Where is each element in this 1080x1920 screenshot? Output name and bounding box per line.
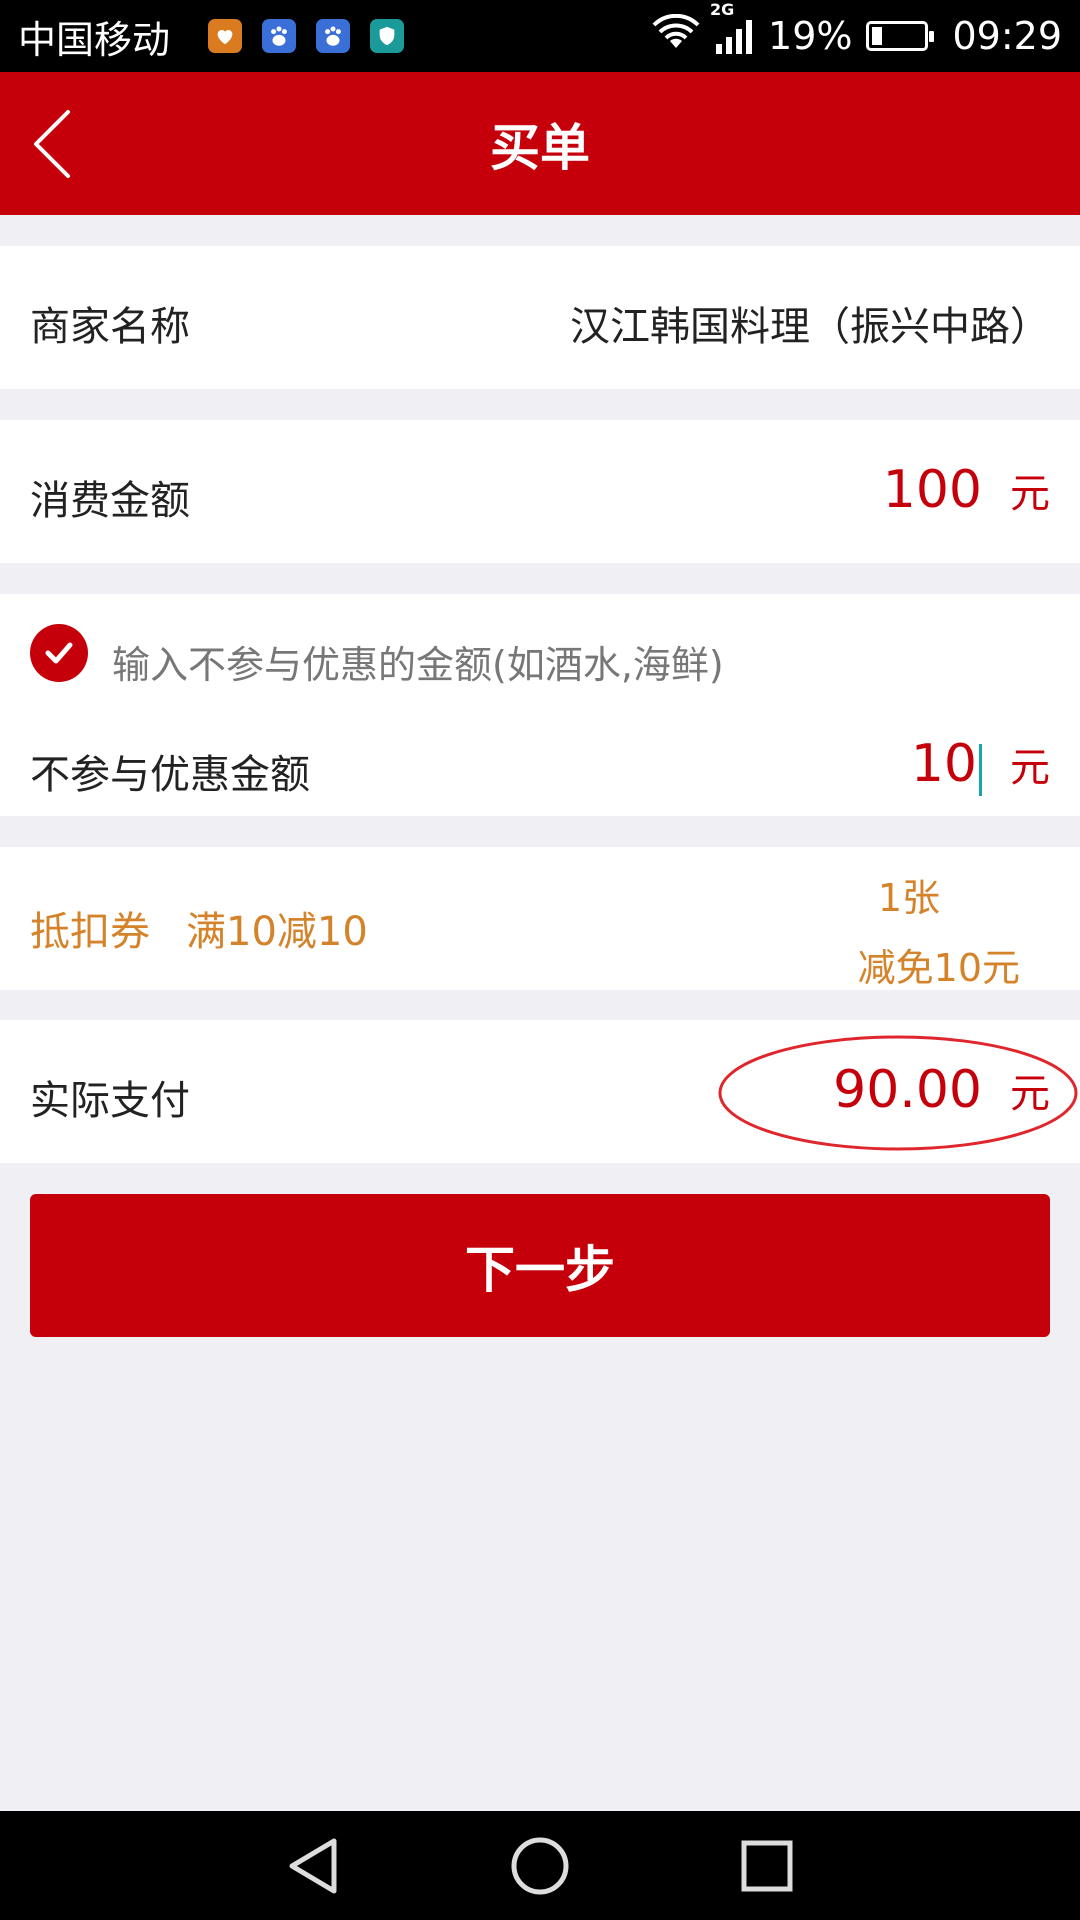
- nav-recents-button[interactable]: [732, 1831, 802, 1901]
- nav-back-button[interactable]: [278, 1831, 348, 1901]
- consumption-unit: 元: [1010, 471, 1050, 517]
- coupon-count: 1张: [877, 876, 940, 920]
- system-nav-bar: [0, 1811, 1080, 1920]
- battery-percent: 19%: [768, 14, 853, 58]
- wifi-icon: [652, 13, 700, 59]
- annotation-ellipse: [718, 1035, 1078, 1151]
- square-recents-icon: [741, 1840, 793, 1891]
- consumption-row: 消费金额 100 元: [0, 420, 1080, 563]
- actual-payment-label: 实际支付: [30, 1078, 190, 1124]
- exclusion-hint: 输入不参与优惠的金额(如酒水,海鲜): [112, 643, 724, 687]
- baidu-icon: [316, 19, 351, 53]
- next-step-button[interactable]: 下一步: [30, 1194, 1050, 1337]
- clock: 09:29: [952, 14, 1062, 58]
- back-button[interactable]: [30, 108, 90, 180]
- network-type: 2G: [710, 0, 735, 19]
- coupon-rule: 满10减10: [186, 909, 368, 955]
- battery-icon: [866, 21, 935, 51]
- page-title: 买单: [490, 118, 590, 177]
- exclusion-checkbox[interactable]: [30, 624, 88, 682]
- signal-icon: 2G: [710, 0, 754, 56]
- coupon-label: 抵扣券: [30, 909, 150, 955]
- nav-home-button[interactable]: [505, 1831, 575, 1901]
- triangle-back-icon: [289, 1838, 337, 1893]
- status-bar: 中国移动 2G 19% 09:29: [0, 0, 1080, 72]
- consumption-amount: 100: [882, 460, 982, 520]
- coupon-row[interactable]: 抵扣券 满10减10 1张 减免10元: [0, 847, 1080, 990]
- coupon-discount: 减免10元: [857, 946, 1020, 990]
- circle-home-icon: [511, 1837, 569, 1894]
- exclusion-unit: 元: [1010, 745, 1050, 791]
- merchant-name: 汉江韩国料理（振兴中路）: [570, 304, 1050, 350]
- exclusion-label: 不参与优惠金额: [30, 752, 310, 798]
- consumption-amount-input[interactable]: 100 元: [883, 460, 1050, 520]
- exclusion-amount: 10: [910, 734, 977, 794]
- top-app-bar: 买单: [0, 72, 1080, 215]
- exclusion-row: 输入不参与优惠的金额(如酒水,海鲜) 不参与优惠金额 10 元: [0, 594, 1080, 816]
- health-app-icon: [208, 19, 243, 53]
- text-cursor: [979, 744, 982, 796]
- chevron-left-icon: [34, 110, 70, 178]
- exclusion-amount-input[interactable]: 10 元: [911, 734, 1050, 796]
- carrier-name: 中国移动: [18, 17, 171, 62]
- consumption-label: 消费金额: [30, 478, 190, 524]
- merchant-label: 商家名称: [30, 304, 190, 350]
- merchant-row: 商家名称 汉江韩国料理（振兴中路）: [0, 246, 1080, 389]
- security-shield-icon: [370, 19, 405, 53]
- baidu-icon: [262, 19, 297, 53]
- status-indicators: 2G 19% 09:29: [652, 0, 1062, 59]
- checkmark-icon: [45, 642, 73, 664]
- battery-level: [872, 27, 882, 45]
